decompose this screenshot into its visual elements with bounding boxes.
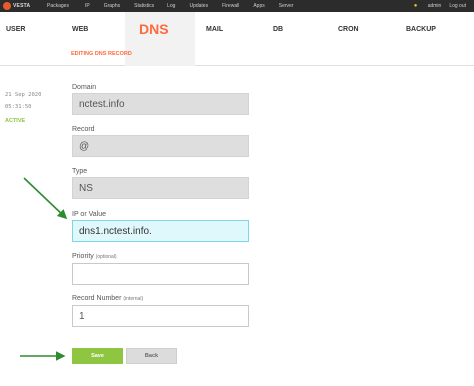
annotation-arrows (20, 177, 68, 361)
arrow-to-ip-field (23, 177, 68, 220)
